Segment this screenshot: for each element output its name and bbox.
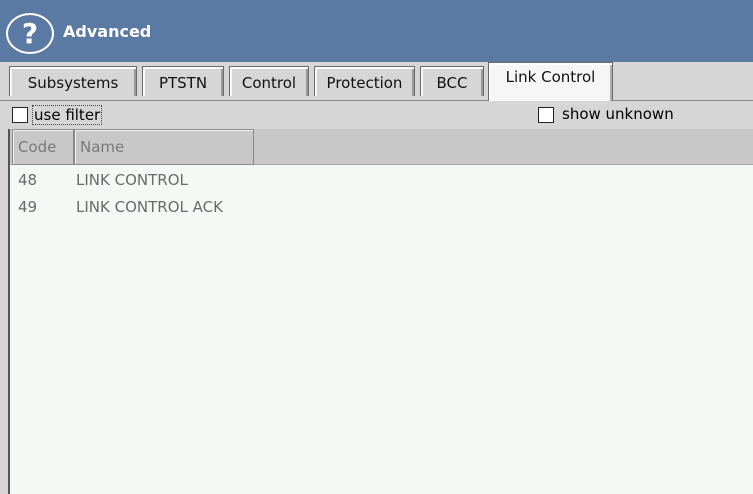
use-filter-checkbox[interactable] — [12, 107, 28, 123]
table-row[interactable]: 49 LINK CONTROL ACK — [10, 198, 753, 222]
tab-label: BCC — [436, 74, 468, 92]
question-circle-icon: ? — [21, 16, 39, 50]
window-title: Advanced — [63, 22, 152, 41]
table-header: Code Name — [10, 129, 753, 165]
column-label: Name — [80, 138, 125, 156]
tab-link-control[interactable]: Link Control — [488, 62, 613, 101]
filter-bar: use filter show unknown — [0, 101, 753, 129]
column-header-code[interactable]: Code — [12, 129, 74, 165]
help-button[interactable]: ? — [6, 13, 54, 54]
show-unknown-checkbox[interactable] — [538, 107, 554, 123]
tab-label: Protection — [326, 74, 403, 92]
tab-label: Control — [241, 74, 297, 92]
tab-label: Subsystems — [27, 74, 119, 92]
tab-bcc[interactable]: BCC — [420, 66, 484, 96]
title-bar: ? Advanced — [0, 0, 753, 62]
tab-bar: Subsystems PTSTN Control Protection BCC … — [0, 62, 753, 101]
tab-label: Link Control — [505, 68, 596, 86]
message-list[interactable]: Code Name 48 LINK CONTROL 49 LINK CONTRO… — [8, 129, 753, 494]
tab-control[interactable]: Control — [229, 66, 309, 96]
show-unknown-label[interactable]: show unknown — [562, 105, 674, 123]
tab-label: PTSTN — [158, 74, 208, 92]
column-label: Code — [18, 138, 57, 156]
row-name: LINK CONTROL — [76, 171, 188, 189]
frame-border — [0, 101, 8, 494]
row-code: 48 — [18, 171, 38, 189]
use-filter-label[interactable]: use filter — [32, 105, 103, 125]
row-code: 49 — [18, 198, 38, 216]
tab-protection[interactable]: Protection — [314, 66, 415, 96]
tab-subsystems[interactable]: Subsystems — [9, 66, 137, 96]
table-row[interactable]: 48 LINK CONTROL — [10, 171, 753, 195]
tab-ptstn[interactable]: PTSTN — [142, 66, 224, 96]
column-header-name[interactable]: Name — [74, 129, 254, 165]
row-name: LINK CONTROL ACK — [76, 198, 223, 216]
